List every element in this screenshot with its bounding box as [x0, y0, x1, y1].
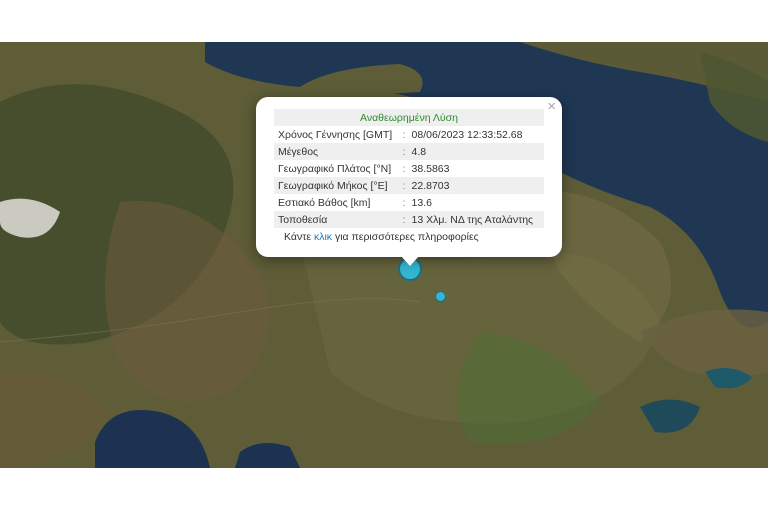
table-row: Τοποθεσία : 13 Χλμ. ΝΔ της Αταλάντης: [274, 211, 544, 228]
info-table: Αναθεωρημένη Λύση Χρόνος Γέννησης [GMT] …: [274, 109, 544, 228]
row-label: Χρόνος Γέννησης [GMT]: [278, 128, 393, 141]
row-label: Γεωγραφικό Πλάτος [°N]: [278, 162, 392, 175]
row-value: 38.5863: [411, 162, 450, 175]
row-value: 22.8703: [407, 177, 544, 194]
row-value: 4.8: [407, 143, 544, 160]
more-info-prefix: Κάντε: [284, 231, 314, 243]
table-row: Χρόνος Γέννησης [GMT] : 08/06/2023 12:33…: [274, 126, 544, 143]
row-label: Εστιακό Βάθος [km]: [278, 196, 371, 209]
popup-title: Αναθεωρημένη Λύση: [274, 109, 544, 126]
earthquake-info-popup: × Αναθεωρημένη Λύση Χρόνος Γέννησης [GMT…: [256, 97, 562, 257]
table-row: Μέγεθος : 4.8: [274, 143, 544, 160]
row-value: 13 Χλμ. ΝΔ της Αταλάντης: [407, 211, 544, 228]
row-label: Μέγεθος: [274, 143, 403, 160]
row-label: Γεωγραφικό Μήκος [°E]: [274, 177, 403, 194]
table-row: Γεωγραφικό Πλάτος [°N] : 38.5863: [274, 160, 544, 177]
popup-pointer: [401, 256, 419, 266]
more-info-suffix: για περισσότερες πληροφορίες: [332, 231, 479, 243]
row-value: 08/06/2023 12:33:52.68: [411, 128, 523, 141]
row-value: 13.6: [411, 196, 432, 209]
table-row: Γεωγραφικό Μήκος [°E] : 22.8703: [274, 177, 544, 194]
more-info-line: Κάντε κλικ για περισσότερες πληροφορίες: [284, 231, 479, 243]
more-info-link[interactable]: κλικ: [314, 231, 332, 243]
table-row: Εστιακό Βάθος [km] : 13.6: [274, 194, 544, 211]
row-label: Τοποθεσία: [274, 211, 403, 228]
close-icon[interactable]: ×: [547, 99, 556, 114]
earthquake-marker-secondary[interactable]: [435, 291, 446, 302]
